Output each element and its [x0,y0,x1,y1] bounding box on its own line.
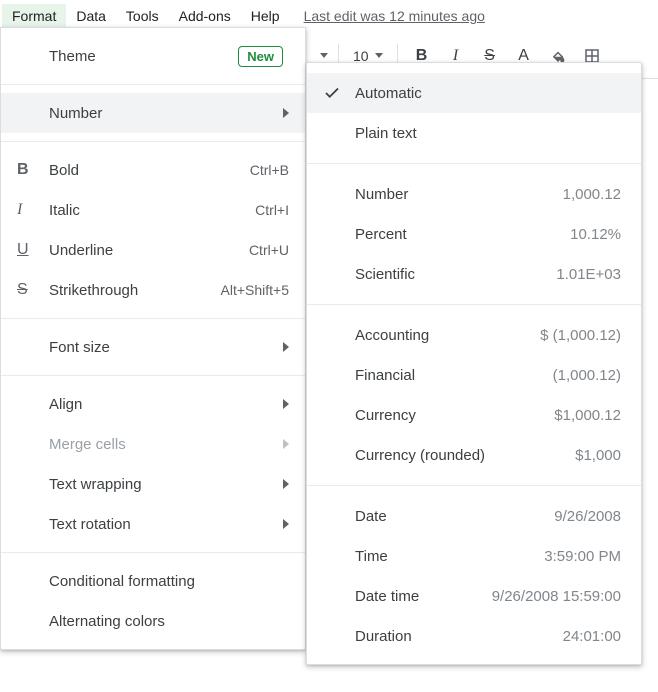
bold-icon: B [17,161,49,179]
menu-format[interactable]: Format [2,4,66,28]
menu-addons[interactable]: Add-ons [169,4,241,28]
number-automatic[interactable]: Automatic [307,73,641,113]
menu-label: Number [355,186,563,203]
new-badge: New [238,46,283,67]
italic-icon: I [17,201,49,219]
format-example: 9/26/2008 15:59:00 [492,588,621,605]
underline-icon: U [17,241,49,259]
format-example: $1,000.12 [554,407,621,424]
number-percent[interactable]: Percent 10.12% [307,214,641,254]
format-example: 10.12% [570,226,621,243]
format-menu: Theme New Number B Bold Ctrl+B I Italic … [0,27,306,650]
menu-label: Automatic [355,85,621,102]
menu-help[interactable]: Help [241,4,290,28]
number-submenu: Automatic Plain text Number 1,000.12 Per… [306,62,642,665]
number-time[interactable]: Time 3:59:00 PM [307,536,641,576]
format-underline[interactable]: U Underline Ctrl+U [1,230,305,270]
menu-label: Merge cells [49,436,275,453]
menu-label: Date time [355,588,492,605]
menu-label: Align [49,396,275,413]
number-datetime[interactable]: Date time 9/26/2008 15:59:00 [307,576,641,616]
menu-separator [1,375,305,376]
format-strikethrough[interactable]: S Strikethrough Alt+Shift+5 [1,270,305,310]
format-example: 9/26/2008 [554,508,621,525]
number-accounting[interactable]: Accounting $ (1,000.12) [307,315,641,355]
menu-label: Plain text [355,125,621,142]
format-example: $1,000 [575,447,621,464]
menu-label: Percent [355,226,570,243]
menu-label: Strikethrough [49,282,221,299]
menu-shortcut: Ctrl+B [250,162,289,178]
menu-separator [307,163,641,164]
submenu-arrow-icon [275,479,289,489]
format-italic[interactable]: I Italic Ctrl+I [1,190,305,230]
menu-separator [307,485,641,486]
number-currency[interactable]: Currency $1,000.12 [307,395,641,435]
format-theme[interactable]: Theme New [1,36,305,76]
format-conditional-formatting[interactable]: Conditional formatting [1,561,305,601]
menu-label: Alternating colors [49,613,289,630]
menu-separator [1,552,305,553]
caret-icon [375,53,383,58]
menu-label: Font size [49,339,275,356]
number-plain-text[interactable]: Plain text [307,113,641,153]
menu-label: Date [355,508,554,525]
strikethrough-icon: S [17,281,49,299]
menu-label: Number [49,105,275,122]
menu-label: Text wrapping [49,476,275,493]
format-number[interactable]: Number [1,93,305,133]
number-duration[interactable]: Duration 24:01:00 [307,616,641,656]
format-bold[interactable]: B Bold Ctrl+B [1,150,305,190]
menu-label: Currency (rounded) [355,447,575,464]
menu-label: Accounting [355,327,540,344]
menu-label: Duration [355,628,563,645]
format-example: 1,000.12 [563,186,621,203]
menu-tools[interactable]: Tools [116,4,169,28]
menu-label: Time [355,548,544,565]
menu-data[interactable]: Data [66,4,116,28]
submenu-arrow-icon [275,519,289,529]
menu-separator [1,84,305,85]
menu-separator [1,318,305,319]
submenu-arrow-icon [275,439,289,449]
format-align[interactable]: Align [1,384,305,424]
last-edit-link[interactable]: Last edit was 12 minutes ago [304,8,485,24]
format-example: $ (1,000.12) [540,327,621,344]
number-number[interactable]: Number 1,000.12 [307,174,641,214]
format-font-size[interactable]: Font size [1,327,305,367]
menu-label: Text rotation [49,516,275,533]
menu-label: Italic [49,202,255,219]
format-alternating-colors[interactable]: Alternating colors [1,601,305,641]
format-example: 1.01E+03 [556,266,621,283]
menu-separator [1,141,305,142]
number-date[interactable]: Date 9/26/2008 [307,496,641,536]
format-merge-cells: Merge cells [1,424,305,464]
number-financial[interactable]: Financial (1,000.12) [307,355,641,395]
format-text-rotation[interactable]: Text rotation [1,504,305,544]
number-currency-rounded[interactable]: Currency (rounded) $1,000 [307,435,641,475]
number-scientific[interactable]: Scientific 1.01E+03 [307,254,641,294]
menu-shortcut: Ctrl+I [255,202,289,218]
submenu-arrow-icon [275,108,289,118]
menu-label: Financial [355,367,553,384]
menu-shortcut: Alt+Shift+5 [221,282,290,298]
submenu-arrow-icon [275,342,289,352]
menu-label: Scientific [355,266,556,283]
menu-shortcut: Ctrl+U [249,242,289,258]
caret-icon [320,53,328,58]
format-text-wrapping[interactable]: Text wrapping [1,464,305,504]
menu-label: Bold [49,162,250,179]
menu-label: Underline [49,242,249,259]
format-example: 24:01:00 [563,628,621,645]
format-example: (1,000.12) [553,367,621,384]
menu-separator [307,304,641,305]
menu-label: Conditional formatting [49,573,289,590]
check-icon [323,84,355,102]
submenu-arrow-icon [275,399,289,409]
menu-label: Currency [355,407,554,424]
menu-label: Theme [49,48,238,65]
format-example: 3:59:00 PM [544,548,621,565]
